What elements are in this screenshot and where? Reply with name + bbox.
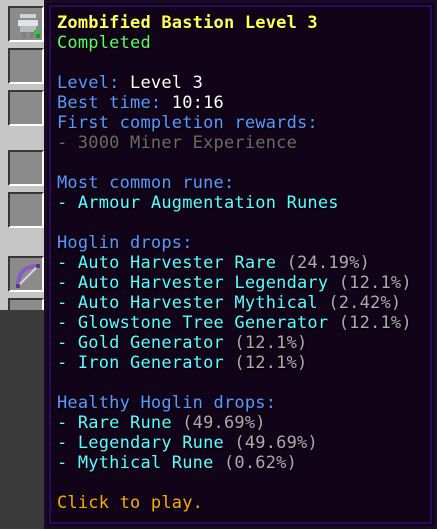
drop-name: - Mythical Rune (57, 453, 214, 473)
inventory-slot[interactable] (8, 192, 44, 228)
drop-chance: (0.62%) (223, 453, 298, 473)
hoglin-drop-item: - Gold Generator (12.1%) (57, 333, 434, 353)
hoglin-drop-item: - Auto Harvester Mythical (2.42%) (57, 293, 434, 313)
common-rune-item: - Armour Augmentation Runes (57, 193, 339, 213)
drop-name: - Glowstone Tree Generator (57, 313, 329, 333)
hoglin-drops-label: Hoglin drops: (57, 233, 193, 253)
inventory-slot[interactable] (8, 90, 44, 126)
drop-name: - Rare Rune (57, 413, 172, 433)
healthy-hoglin-drop-item: - Mythical Rune (0.62%) (57, 453, 434, 473)
drop-name: - Iron Generator (57, 353, 224, 373)
level-value: Level 3 (130, 73, 204, 93)
drop-name: - Auto Harvester Rare (57, 253, 277, 273)
best-time-label: Best time: (57, 93, 162, 113)
first-reward-item: - 3000 Miner Experience (57, 133, 298, 153)
bow-icon (12, 260, 40, 288)
hoglin-drop-item: - Auto Harvester Rare (24.19%) (57, 253, 434, 273)
level-row: Level: Level 3 (57, 73, 434, 93)
best-time-row: Best time: 10:16 (57, 93, 434, 113)
drop-chance: (49.69%) (234, 433, 318, 453)
drop-name: - Gold Generator (57, 333, 224, 353)
drop-name: - Auto Harvester Legendary (57, 273, 329, 293)
drop-chance: (49.69%) (182, 413, 266, 433)
healthy-hoglin-drops-label: Healthy Hoglin drops: (57, 393, 277, 413)
drop-name: - Legendary Rune (57, 433, 224, 453)
completion-status: Completed (57, 33, 151, 53)
hoglin-drop-item: - Glowstone Tree Generator (12.1%) (57, 313, 434, 333)
inventory-slot[interactable] (8, 150, 44, 186)
hoglin-drop-item: - Auto Harvester Legendary (12.1%) (57, 273, 434, 293)
tooltip-title: Zombified Bastion Level 3 (57, 13, 318, 33)
best-time-value: 10:16 (171, 93, 224, 113)
drop-chance: (12.1%) (338, 313, 412, 333)
armor-stand-icon (12, 10, 40, 38)
click-to-play-hint: Click to play. (57, 493, 204, 513)
drop-chance: (24.19%) (286, 253, 371, 273)
drop-chance: (12.1%) (338, 273, 412, 293)
item-tooltip: Zombified Bastion Level 3 Completed Leve… (44, 0, 437, 529)
drop-chance: (12.1%) (234, 333, 308, 353)
drop-name: - Auto Harvester Mythical (57, 293, 318, 313)
drop-chance: (2.42%) (328, 293, 402, 313)
first-rewards-label: First completion rewards: (57, 113, 318, 133)
healthy-hoglin-drop-item: - Rare Rune (49.69%) (57, 413, 434, 433)
drop-chance: (12.1%) (234, 353, 308, 373)
level-label: Level: (57, 73, 120, 93)
hoglin-drop-item: - Iron Generator (12.1%) (57, 353, 434, 373)
healthy-hoglin-drop-item: - Legendary Rune (49.69%) (57, 433, 434, 453)
inventory-slot-selected[interactable] (8, 6, 44, 42)
inventory-slot[interactable] (8, 256, 44, 292)
common-rune-label: Most common rune: (57, 173, 235, 193)
inventory-slot[interactable] (8, 48, 44, 84)
